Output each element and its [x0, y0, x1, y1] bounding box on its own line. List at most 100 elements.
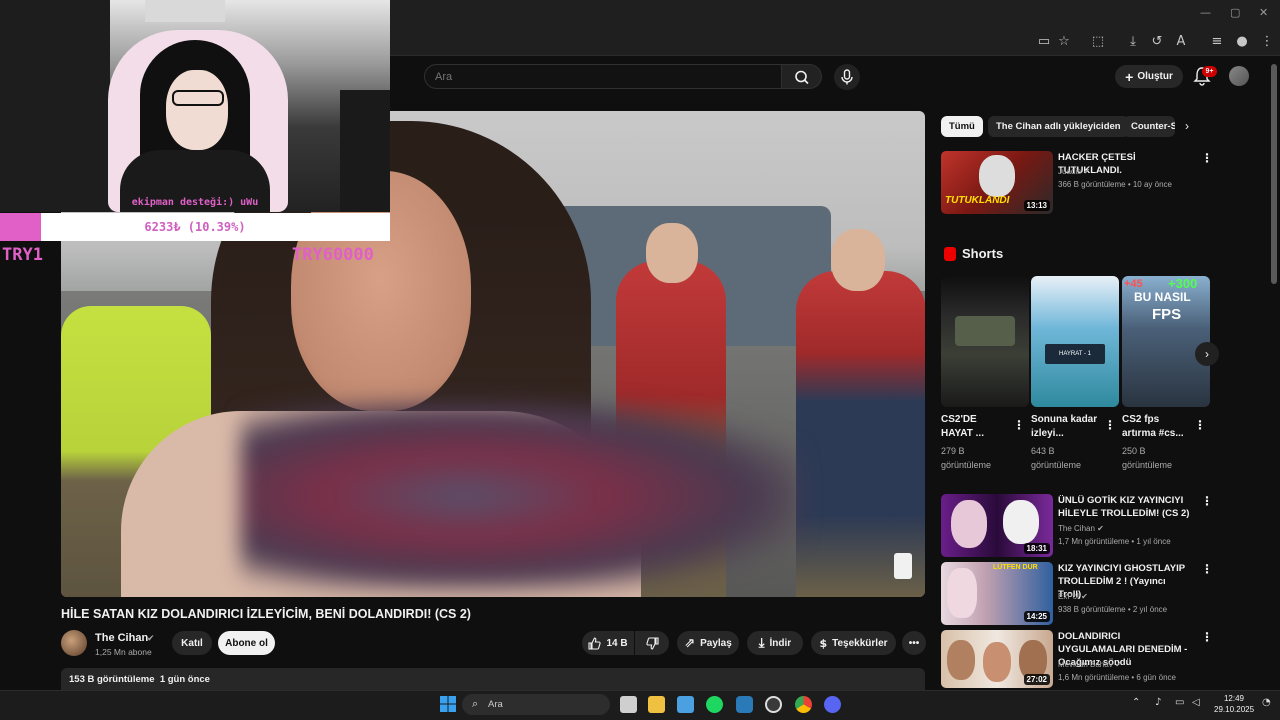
- download-button[interactable]: ⤓ İndir: [747, 631, 803, 655]
- chrome-icon[interactable]: [795, 696, 812, 713]
- rec-title[interactable]: ÜNLÜ GOTİK KIZ YAYINCIYI HİLEYLE TROLLED…: [1058, 494, 1190, 520]
- rec-more-icon[interactable]: ⋮: [1201, 494, 1213, 508]
- rec-channel[interactable]: Juadis ✔: [1058, 167, 1090, 176]
- short-title[interactable]: CS2'DE HAYAT ...: [941, 413, 1009, 441]
- webcam-streamer-face: [166, 70, 228, 150]
- translate-icon[interactable]: A: [1173, 34, 1189, 50]
- dislike-button[interactable]: [635, 631, 669, 655]
- network-icon[interactable]: ▭: [1175, 697, 1184, 708]
- like-icon: [588, 636, 602, 650]
- short-views: 643 B görüntüleme: [1031, 446, 1082, 470]
- notification-center-icon[interactable]: ◔: [1262, 697, 1271, 708]
- rec-channel-name: The Cihan: [1058, 524, 1095, 533]
- rec-duration: 27:02: [1023, 674, 1050, 685]
- reading-list-icon[interactable]: ≡: [1209, 34, 1225, 50]
- spotify-icon[interactable]: [706, 696, 723, 713]
- rec-channel-name: ExPol: [1058, 592, 1079, 601]
- windows-icon[interactable]: [440, 696, 456, 712]
- thanks-icon: $: [819, 636, 828, 650]
- search-input[interactable]: [425, 65, 781, 88]
- rec-more-icon[interactable]: ⋮: [1201, 562, 1213, 576]
- steam-icon[interactable]: [736, 696, 753, 713]
- search-icon: ⌕: [472, 697, 479, 710]
- search-field[interactable]: [424, 64, 782, 89]
- bookmark-star-icon[interactable]: ☆: [1056, 34, 1072, 50]
- short-more-icon[interactable]: ⋮: [1013, 418, 1025, 432]
- rec-channel[interactable]: Mevlcan Bahav ✔: [1058, 660, 1122, 669]
- short-thumbnail[interactable]: [941, 276, 1029, 407]
- like-button[interactable]: 14 B: [582, 631, 634, 655]
- shorts-heading: Shorts: [962, 246, 1004, 261]
- donation-goal-text: 6233₺ (10.39%): [144, 220, 246, 234]
- short-thumb-text: FPS: [1152, 306, 1182, 323]
- profile-icon[interactable]: ●: [1234, 34, 1250, 50]
- extensions-icon[interactable]: ⬚: [1090, 34, 1106, 50]
- rec-meta: 1,6 Mn görüntüleme • 6 gün önce: [1058, 673, 1176, 682]
- mic-icon: [841, 69, 853, 85]
- chevron-right-icon[interactable]: ›: [1185, 119, 1199, 135]
- page-scrollbar[interactable]: [1271, 64, 1277, 284]
- share-button[interactable]: ⇗ Paylaş: [677, 631, 739, 655]
- voice-search-button[interactable]: [834, 64, 860, 90]
- create-label: Oluştur: [1137, 71, 1173, 82]
- mic-icon[interactable]: ♪: [1155, 697, 1161, 708]
- chevron-right-icon[interactable]: ›: [1195, 342, 1219, 366]
- channel-avatar[interactable]: [61, 630, 87, 656]
- short-thumb-text: +300: [1168, 276, 1198, 291]
- discord-icon[interactable]: [824, 696, 841, 713]
- short-thumbnail[interactable]: HAYRAT - 1: [1031, 276, 1119, 407]
- maximize-icon[interactable]: ▢: [1230, 6, 1240, 19]
- windows-taskbar: [0, 690, 1280, 720]
- chip-all[interactable]: Tümü: [941, 116, 983, 137]
- upload-age: 1 gün önce: [159, 674, 210, 685]
- rec-meta: 366 B görüntüleme • 10 ay önce: [1058, 180, 1172, 189]
- browser-menu-icon[interactable]: ⋮: [1259, 34, 1275, 50]
- download-tray-icon[interactable]: ⤓: [1125, 34, 1141, 50]
- rec-channel-name: Juadis: [1058, 167, 1082, 176]
- rec-more-icon[interactable]: ⋮: [1201, 630, 1213, 644]
- short-title[interactable]: Sonuna kadar izleyi...: [1031, 413, 1099, 441]
- rec-thumbnail[interactable]: 27:02: [941, 630, 1053, 688]
- account-avatar[interactable]: [1229, 66, 1249, 86]
- short-thumb-text: HAYRAT - 1: [1045, 344, 1105, 364]
- short-more-icon[interactable]: ⋮: [1104, 418, 1116, 432]
- minimize-icon[interactable]: —: [1200, 6, 1211, 19]
- close-icon[interactable]: ✕: [1259, 6, 1268, 19]
- taskbar-search[interactable]: Ara: [462, 694, 610, 715]
- create-button[interactable]: + Oluştur: [1115, 65, 1183, 88]
- volume-icon[interactable]: ◁: [1192, 697, 1200, 708]
- taskbar-clock[interactable]: 12:49 29.10.2025: [1214, 693, 1254, 715]
- chip-counter-strike[interactable]: Counter-S: [1123, 116, 1175, 137]
- history-icon[interactable]: ↺: [1149, 34, 1165, 50]
- rec-channel[interactable]: The Cihan ✔: [1058, 524, 1104, 533]
- short-views: 279 B görüntüleme: [941, 446, 992, 470]
- rec-duration: 13:13: [1023, 200, 1050, 211]
- task-view-icon[interactable]: [620, 696, 637, 713]
- clock-time: 12:49: [1223, 694, 1245, 703]
- rec-thumb-mask: [979, 155, 1015, 197]
- channel-name[interactable]: The Cihan: [95, 632, 148, 644]
- subscribe-button[interactable]: Abone ol: [218, 631, 275, 655]
- join-button[interactable]: Katıl: [172, 631, 212, 655]
- rec-thumbnail[interactable]: 18:31: [941, 494, 1053, 557]
- cast-icon[interactable]: ▭: [1036, 34, 1052, 50]
- short-more-icon[interactable]: ⋮: [1194, 418, 1206, 432]
- chip-from-uploader[interactable]: The Cihan adlı yükleyiciden: [988, 116, 1129, 137]
- verified-icon: ✔: [1114, 660, 1122, 669]
- more-actions-button[interactable]: •••: [902, 631, 926, 655]
- video-channel-watermark: [894, 553, 912, 579]
- file-explorer-icon[interactable]: [648, 696, 665, 713]
- app-icon[interactable]: [765, 696, 782, 713]
- rec-channel[interactable]: ExPol ✔: [1058, 592, 1088, 601]
- rec-thumbnail[interactable]: LÜTFEN DUR 14:25: [941, 562, 1053, 625]
- search-button[interactable]: [782, 64, 822, 89]
- short-thumb-weapons: [955, 316, 1015, 346]
- verified-icon: ✔: [1081, 592, 1088, 601]
- tray-overflow-icon[interactable]: ⌃: [1132, 697, 1140, 708]
- short-title[interactable]: CS2 fps artırma #cs...: [1122, 413, 1190, 441]
- thanks-button[interactable]: $ Teşekkürler: [811, 631, 896, 655]
- rec-more-icon[interactable]: ⋮: [1201, 151, 1213, 165]
- short-thumbnail[interactable]: +45 +300 BU NASIL FPS: [1122, 276, 1210, 407]
- store-icon[interactable]: [677, 696, 694, 713]
- rec-thumbnail[interactable]: TUTUKLANDI 13:13: [941, 151, 1053, 214]
